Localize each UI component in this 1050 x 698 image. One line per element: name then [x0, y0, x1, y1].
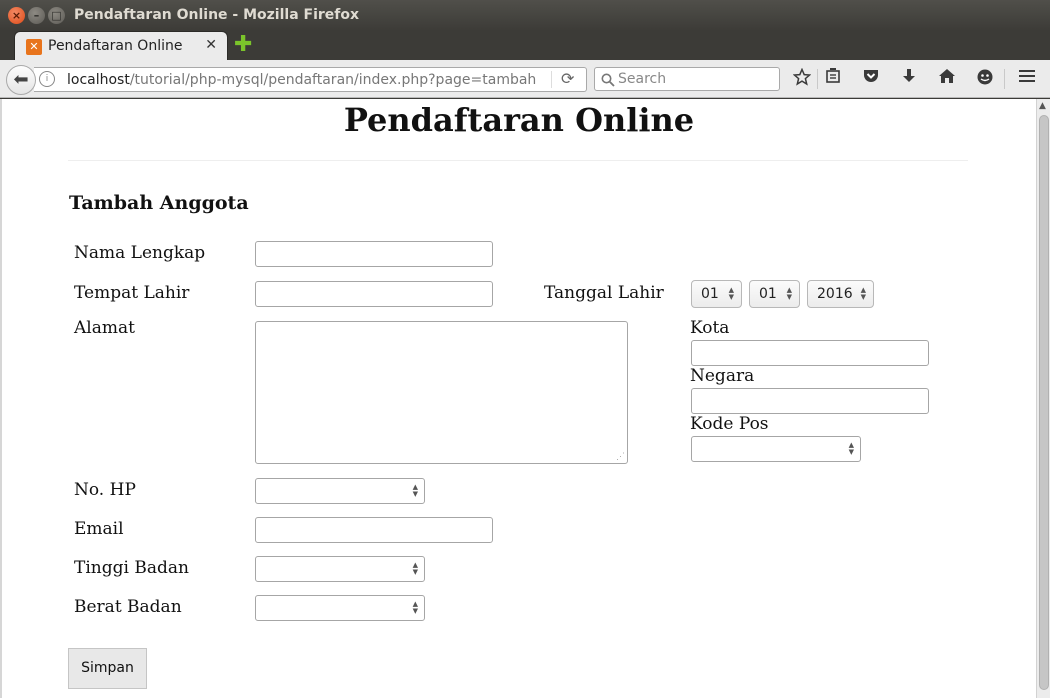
- page-viewport: Pendaftaran Online Tambah Anggota Nama L…: [2, 99, 1036, 698]
- number-spinner-icon[interactable]: ▲ ▼: [849, 442, 854, 456]
- download-icon[interactable]: [898, 68, 920, 90]
- search-input[interactable]: Search: [594, 67, 780, 91]
- navigation-toolbar: i localhost/tutorial/php-mysql/pendaftar…: [0, 60, 1050, 98]
- home-icon[interactable]: [936, 68, 958, 90]
- kode-pos-input[interactable]: ▲ ▼: [691, 436, 861, 462]
- email-label: Email: [74, 519, 124, 539]
- url-bar[interactable]: i localhost/tutorial/php-mysql/pendaftar…: [34, 67, 587, 92]
- resize-grip-icon[interactable]: ⋰: [616, 453, 625, 462]
- social-icon[interactable]: [974, 68, 996, 90]
- tab-pendaftaran-online[interactable]: ✕ Pendaftaran Online ✕: [14, 31, 228, 61]
- section-title: Tambah Anggota: [69, 192, 249, 214]
- globe-icon[interactable]: i: [39, 71, 55, 87]
- menu-icon[interactable]: [1016, 68, 1038, 90]
- number-spinner-icon[interactable]: ▲ ▼: [413, 484, 418, 498]
- window-maximize-button[interactable]: □: [48, 7, 65, 24]
- day-value: 01: [701, 286, 719, 302]
- nama-lengkap-label: Nama Lengkap: [74, 243, 206, 263]
- url-path: /tutorial/php-mysql/pendaftaran/index.ph…: [129, 72, 537, 88]
- number-spinner-icon[interactable]: ▲ ▼: [413, 562, 418, 576]
- scrollbar-thumb[interactable]: [1039, 115, 1049, 690]
- search-icon: [601, 70, 615, 91]
- tempat-lahir-label: Tempat Lahir: [74, 283, 190, 303]
- window-minimize-button[interactable]: –: [28, 7, 45, 24]
- tab-close-icon[interactable]: ✕: [205, 37, 217, 53]
- kode-pos-label: Kode Pos: [690, 414, 769, 434]
- scroll-up-icon[interactable]: ▲: [1039, 101, 1046, 111]
- page-title: Pendaftaran Online: [343, 101, 695, 139]
- reload-icon[interactable]: ⟳: [561, 69, 574, 88]
- alamat-textarea[interactable]: ⋰: [255, 321, 628, 464]
- search-placeholder: Search: [618, 71, 667, 87]
- select-arrows-icon: ▲ ▼: [728, 286, 734, 301]
- tanggal-lahir-label: Tanggal Lahir: [544, 283, 664, 303]
- new-tab-button[interactable]: ✚: [234, 34, 252, 56]
- window-title: Pendaftaran Online - Mozilla Firefox: [74, 7, 360, 23]
- email-input[interactable]: [255, 517, 493, 543]
- reading-list-icon[interactable]: [822, 68, 844, 90]
- star-icon[interactable]: [791, 67, 813, 90]
- tab-label: Pendaftaran Online: [48, 38, 183, 54]
- tinggi-badan-label: Tinggi Badan: [74, 558, 189, 578]
- url-divider: [551, 71, 552, 88]
- window-titlebar: × – □ Pendaftaran Online - Mozilla Firef…: [0, 0, 1050, 31]
- url-text[interactable]: localhost/tutorial/php-mysql/pendaftaran…: [67, 72, 536, 88]
- tinggi-badan-input[interactable]: ▲ ▼: [255, 556, 425, 582]
- window-close-button[interactable]: ×: [8, 7, 25, 24]
- number-spinner-icon[interactable]: ▲ ▼: [413, 601, 418, 615]
- xampp-favicon-icon: ✕: [26, 39, 42, 55]
- pocket-icon[interactable]: [860, 68, 882, 90]
- tanggal-month-select[interactable]: 01 ▲ ▼: [749, 280, 800, 308]
- nama-lengkap-input[interactable]: [255, 241, 493, 267]
- tab-strip: ✕ Pendaftaran Online ✕ ✚: [0, 31, 1050, 61]
- year-value: 2016: [817, 286, 853, 302]
- url-host: localhost: [67, 72, 130, 88]
- kota-input[interactable]: [691, 340, 929, 366]
- alamat-label: Alamat: [74, 318, 135, 338]
- toolbar-divider: [817, 69, 818, 89]
- kota-label: Kota: [690, 318, 730, 338]
- back-button[interactable]: ⬅: [6, 65, 36, 95]
- vertical-scrollbar[interactable]: ▲: [1036, 99, 1050, 698]
- tempat-lahir-input[interactable]: [255, 281, 493, 307]
- simpan-button[interactable]: Simpan: [68, 648, 147, 689]
- divider: [68, 160, 968, 161]
- no-hp-input[interactable]: ▲ ▼: [255, 478, 425, 504]
- berat-badan-label: Berat Badan: [74, 597, 182, 617]
- negara-input[interactable]: [691, 388, 929, 414]
- no-hp-label: No. HP: [74, 480, 136, 500]
- toolbar-divider: [1004, 69, 1005, 89]
- select-arrows-icon: ▲ ▼: [860, 286, 866, 301]
- tanggal-day-select[interactable]: 01 ▲ ▼: [691, 280, 742, 308]
- tanggal-year-select[interactable]: 2016 ▲ ▼: [807, 280, 874, 308]
- negara-label: Negara: [690, 366, 755, 386]
- select-arrows-icon: ▲ ▼: [786, 286, 792, 301]
- berat-badan-input[interactable]: ▲ ▼: [255, 595, 425, 621]
- month-value: 01: [759, 286, 777, 302]
